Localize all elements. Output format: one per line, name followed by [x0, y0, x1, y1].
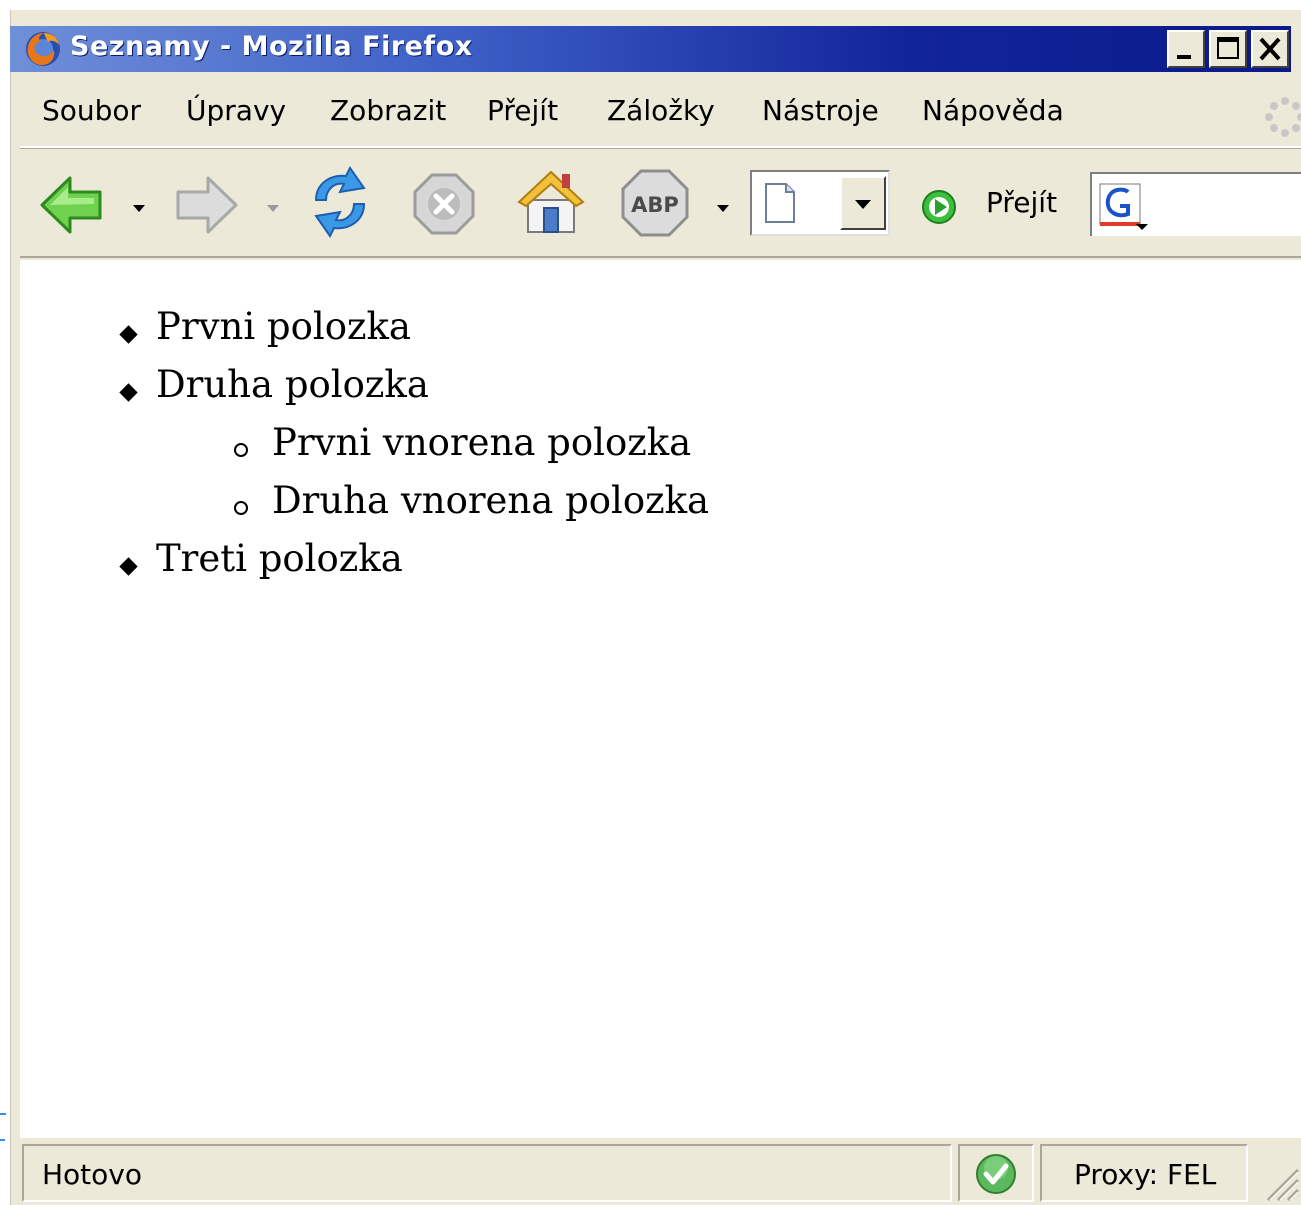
url-dropdown-button[interactable] [840, 176, 886, 230]
menu-go[interactable]: Přejít [487, 94, 558, 127]
google-search-icon[interactable] [1098, 180, 1152, 232]
adblock-label: ABP [631, 193, 679, 217]
edge-fragment-icon [0, 1113, 6, 1141]
go-icon[interactable] [920, 188, 958, 226]
proxy-pane[interactable]: Proxy: FEL [1040, 1144, 1248, 1202]
menu-file[interactable]: Soubor [42, 94, 141, 127]
menu-bar: Soubor Úpravy Zobrazit Přejít Záložky Ná… [20, 82, 1301, 148]
window-title: Seznamy - Mozilla Firefox [70, 31, 473, 62]
adblock-dropdown-icon[interactable] [717, 205, 729, 212]
resize-grip-icon[interactable] [1260, 1156, 1300, 1202]
menu-tools[interactable]: Nástroje [762, 94, 879, 127]
home-icon[interactable] [516, 166, 586, 238]
list-item-text: Druha polozka [156, 363, 429, 406]
list-item-text: Treti polozka [156, 537, 403, 580]
maximize-button[interactable] [1209, 30, 1247, 68]
menu-bookmarks[interactable]: Záložky [607, 94, 715, 127]
disc-bullet-icon [119, 557, 138, 576]
list-item-text: Druha vnorena polozka [272, 479, 710, 522]
maximize-icon [1217, 37, 1239, 59]
back-dropdown-icon[interactable] [133, 205, 145, 212]
minimize-icon [1177, 55, 1191, 59]
proxy-status: Proxy: FEL [1074, 1158, 1217, 1191]
forward-dropdown-icon[interactable] [267, 205, 279, 212]
reload-icon[interactable] [306, 166, 374, 238]
close-icon [1259, 37, 1281, 61]
title-bar[interactable]: Seznamy - Mozilla Firefox [10, 26, 1291, 72]
back-icon[interactable] [38, 174, 106, 236]
menu-view[interactable]: Zobrazit [330, 94, 446, 127]
list-item-text: Prvni vnorena polozka [272, 421, 692, 464]
circle-bullet-icon [234, 501, 248, 515]
list-item-text: Prvni polozka [156, 305, 411, 348]
forward-icon[interactable] [172, 174, 240, 236]
url-bar[interactable] [750, 170, 890, 236]
adblock-plus-icon[interactable]: ABP [620, 168, 690, 238]
throbber-icon [1265, 97, 1301, 137]
disc-bullet-icon [119, 325, 138, 344]
status-bar: Hotovo Proxy: FEL [20, 1136, 1301, 1205]
go-button-label[interactable]: Přejít [986, 186, 1057, 219]
status-text: Hotovo [42, 1158, 142, 1191]
stop-icon[interactable] [412, 172, 476, 236]
disc-bullet-icon [119, 383, 138, 402]
close-button[interactable] [1251, 30, 1289, 68]
minimize-button[interactable] [1167, 30, 1205, 68]
navigation-toolbar: ABP Přejít [20, 150, 1301, 258]
circle-bullet-icon [234, 443, 248, 457]
page-content: Prvni polozka Druha polozka Prvni vnoren… [20, 260, 1301, 1136]
menu-help[interactable]: Nápověda [922, 94, 1064, 127]
checkmark-icon [976, 1154, 1016, 1194]
status-text-pane: Hotovo [22, 1144, 952, 1202]
page-icon [765, 183, 795, 223]
menu-edit[interactable]: Úpravy [186, 94, 286, 127]
firefox-logo-icon [26, 32, 60, 66]
chevron-down-icon [855, 200, 871, 209]
search-bar[interactable] [1090, 172, 1301, 236]
security-pane[interactable] [958, 1144, 1034, 1202]
